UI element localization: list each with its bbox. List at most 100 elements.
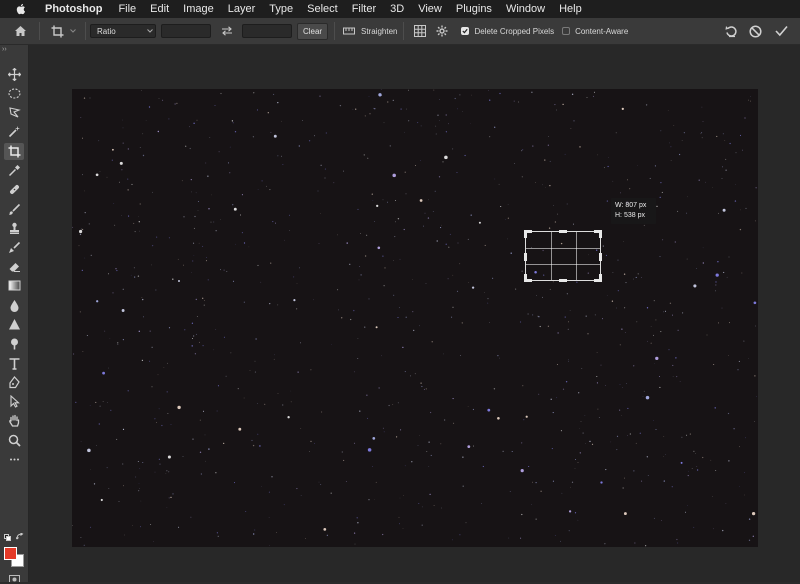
width-input[interactable] — [161, 24, 211, 38]
move-icon[interactable] — [4, 66, 24, 83]
menu-app-photoshop[interactable]: Photoshop — [41, 3, 111, 15]
crop-tool-preset-icon[interactable] — [47, 25, 67, 38]
swap-icon[interactable] — [217, 26, 237, 36]
straighten-icon[interactable] — [341, 26, 357, 36]
straighten-label[interactable]: Straighten — [361, 27, 397, 36]
menu-edit[interactable]: Edit — [143, 3, 176, 15]
star — [489, 136, 491, 138]
star — [660, 331, 662, 333]
star — [346, 242, 348, 244]
swap-colors-icon[interactable] — [15, 532, 24, 543]
star — [557, 213, 559, 215]
brush-icon[interactable] — [4, 201, 24, 218]
star — [277, 101, 279, 104]
star — [655, 319, 657, 321]
more-icon[interactable] — [4, 451, 24, 468]
type-icon[interactable] — [4, 355, 24, 372]
menu-filter[interactable]: Filter — [345, 3, 383, 15]
star — [83, 97, 86, 99]
star — [606, 295, 608, 296]
cancel-crop-icon[interactable] — [746, 24, 764, 38]
dodge-icon[interactable] — [4, 316, 24, 333]
gradient-icon[interactable] — [4, 277, 24, 294]
pen-icon[interactable] — [4, 374, 24, 391]
star — [586, 96, 588, 98]
gear-icon[interactable] — [434, 25, 450, 37]
star — [677, 210, 679, 212]
delete-cropped-pixels-checkbox[interactable] — [461, 27, 470, 35]
commit-crop-icon[interactable] — [772, 25, 790, 37]
magic-wand-icon[interactable] — [4, 123, 24, 140]
star — [643, 224, 645, 226]
ratio-select[interactable]: Ratio — [90, 24, 156, 38]
star — [273, 93, 275, 95]
star — [153, 540, 154, 542]
star — [449, 233, 451, 235]
delete-cropped-pixels-label[interactable]: Delete Cropped Pixels — [474, 27, 554, 36]
chevron-down-icon[interactable] — [69, 29, 77, 33]
marquee-icon[interactable] — [4, 85, 24, 102]
home-icon[interactable] — [10, 25, 30, 37]
document-canvas[interactable]: W: 807 px H: 538 px — [72, 89, 758, 547]
quick-mask-icon[interactable] — [9, 575, 20, 584]
crop-grid-line — [551, 232, 552, 280]
star — [511, 451, 513, 452]
zoom-icon[interactable] — [4, 432, 24, 449]
star — [675, 357, 677, 359]
crop-handle-right[interactable] — [599, 253, 602, 261]
star — [600, 364, 602, 366]
path-selection-icon[interactable] — [4, 393, 24, 410]
crop-handle-top[interactable] — [559, 230, 567, 233]
healing-brush-icon[interactable] — [4, 181, 24, 198]
menu-layer[interactable]: Layer — [221, 3, 263, 15]
menu-file[interactable]: File — [111, 3, 143, 15]
blur-icon[interactable] — [4, 297, 24, 314]
crop-handle-bottom-right[interactable] — [599, 274, 602, 282]
star — [437, 114, 439, 116]
menu-select[interactable]: Select — [300, 3, 345, 15]
reset-icon[interactable] — [722, 25, 740, 38]
collapse-panel-button[interactable]: ›› — [2, 45, 28, 56]
crop-handle-top-left[interactable] — [524, 230, 527, 238]
history-brush-icon[interactable] — [4, 239, 24, 256]
menu-view[interactable]: View — [411, 3, 449, 15]
star — [141, 359, 144, 362]
burn-icon[interactable] — [4, 335, 24, 352]
crop-handle-bottom[interactable] — [559, 279, 567, 282]
star — [487, 297, 489, 300]
default-colors-icon[interactable] — [4, 534, 11, 543]
star — [633, 365, 635, 367]
crop-box[interactable] — [524, 230, 602, 282]
foreground-color-swatch[interactable] — [4, 547, 17, 560]
menu-type[interactable]: Type — [262, 3, 300, 15]
menu-plugins[interactable]: Plugins — [449, 3, 499, 15]
content-aware-checkbox[interactable] — [562, 27, 571, 35]
clear-button[interactable]: Clear — [297, 22, 328, 40]
menu-window[interactable]: Window — [499, 3, 552, 15]
menu-image[interactable]: Image — [176, 3, 221, 15]
crop-icon[interactable] — [4, 143, 24, 160]
height-input[interactable] — [242, 24, 292, 38]
star — [751, 511, 756, 516]
lasso-icon[interactable] — [4, 104, 24, 121]
clone-stamp-icon[interactable] — [4, 220, 24, 237]
star — [207, 175, 209, 177]
star — [569, 310, 571, 311]
eraser-icon[interactable] — [4, 258, 24, 275]
star — [142, 133, 144, 135]
content-aware-label[interactable]: Content-Aware — [575, 27, 628, 36]
crop-handle-bottom-left[interactable] — [524, 274, 527, 282]
star — [245, 510, 247, 513]
star — [448, 246, 450, 248]
star — [80, 117, 82, 118]
crop-handle-left[interactable] — [524, 253, 527, 261]
hand-icon[interactable] — [4, 412, 24, 429]
menu-help[interactable]: Help — [552, 3, 589, 15]
menu-3d[interactable]: 3D — [383, 3, 411, 15]
apple-icon[interactable] — [15, 3, 29, 15]
star — [568, 359, 569, 361]
star — [447, 278, 449, 280]
crop-handle-top-right[interactable] — [599, 230, 602, 238]
grid-overlay-icon[interactable] — [412, 25, 428, 37]
eyedropper-icon[interactable] — [4, 162, 24, 179]
